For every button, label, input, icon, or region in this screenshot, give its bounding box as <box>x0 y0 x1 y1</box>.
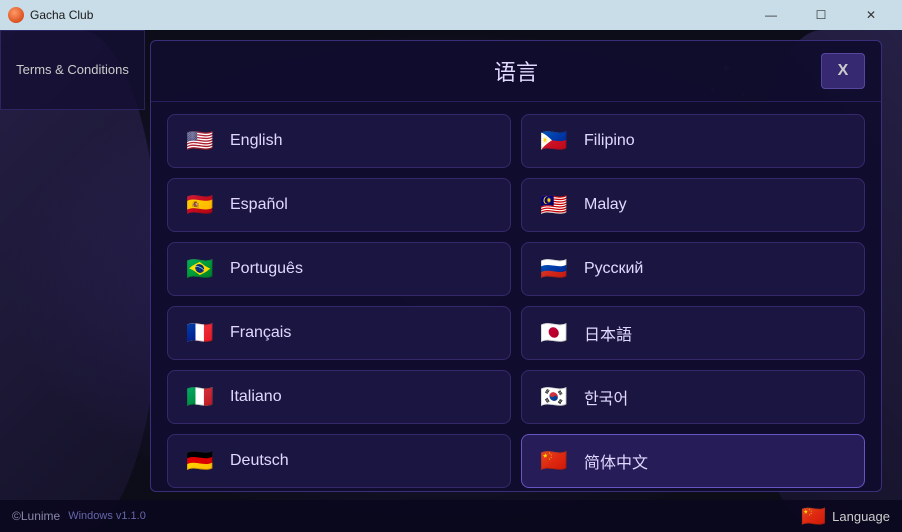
language-option-filipino[interactable]: 🇵🇭 Filipino <box>521 114 865 168</box>
language-grid: 🇺🇸 English 🇵🇭 Filipino 🇪🇸 Español 🇲🇾 Malay 🇧🇷 Por… <box>151 102 881 492</box>
language-option-deutsch[interactable]: 🇩🇪 Deutsch <box>167 434 511 488</box>
language-name-5: Русский <box>584 260 643 278</box>
terms-conditions-label: Terms & Conditions <box>16 61 129 79</box>
app-title: Gacha Club <box>30 8 93 22</box>
language-name-8: Italiano <box>230 388 282 406</box>
flag-icon-9: 🇰🇷 <box>536 379 572 415</box>
language-name-7: 日本語 <box>584 321 632 345</box>
flag-icon-6: 🇫🇷 <box>182 315 218 351</box>
language-dialog: 语言 X 🇺🇸 English 🇵🇭 Filipino 🇪🇸 Español 🇲🇾 Malay… <box>150 40 882 492</box>
bottom-left: ©Lunime Windows v1.1.0 <box>12 509 146 523</box>
language-name-11: 简体中文 <box>584 449 648 473</box>
close-button[interactable]: ✕ <box>848 0 894 30</box>
version-label: Windows v1.1.0 <box>68 510 146 522</box>
maximize-button[interactable]: ☐ <box>798 0 844 30</box>
language-option-日本語[interactable]: 🇯🇵 日本語 <box>521 306 865 360</box>
flag-icon-11: 🇨🇳 <box>536 443 572 479</box>
dialog-title: 语言 <box>211 55 821 87</box>
title-bar: Gacha Club — ☐ ✕ <box>0 0 902 30</box>
language-name-6: Français <box>230 324 291 342</box>
language-name-9: 한국어 <box>584 385 628 409</box>
bottom-bar: ©Lunime Windows v1.1.0 🇨🇳 Language <box>0 500 902 532</box>
language-name-1: Filipino <box>584 132 635 150</box>
language-button[interactable]: 🇨🇳 Language <box>801 504 890 529</box>
language-name-10: Deutsch <box>230 452 289 470</box>
flag-icon-10: 🇩🇪 <box>182 443 218 479</box>
flag-icon-2: 🇪🇸 <box>182 187 218 223</box>
main-content: ✦ ✦ ✦ Terms & Conditions 语言 X 🇺🇸English🇵… <box>0 30 902 532</box>
flag-icon-7: 🇯🇵 <box>536 315 572 351</box>
language-name-4: Português <box>230 260 303 278</box>
flag-icon-5: 🇷🇺 <box>536 251 572 287</box>
language-name-3: Malay <box>584 196 627 214</box>
language-option-english[interactable]: 🇺🇸 English <box>167 114 511 168</box>
language-option-português[interactable]: 🇧🇷 Português <box>167 242 511 296</box>
language-option-italiano[interactable]: 🇮🇹 Italiano <box>167 370 511 424</box>
flag-icon-3: 🇲🇾 <box>536 187 572 223</box>
language-option-français[interactable]: 🇫🇷 Français <box>167 306 511 360</box>
minimize-button[interactable]: — <box>748 0 794 30</box>
flag-icon-8: 🇮🇹 <box>182 379 218 415</box>
flag-icon-0: 🇺🇸 <box>182 123 218 159</box>
flag-icon-4: 🇧🇷 <box>182 251 218 287</box>
dialog-header: 语言 X <box>151 41 881 102</box>
language-name-0: English <box>230 132 282 150</box>
dialog-close-button[interactable]: X <box>821 53 865 89</box>
language-option-简体中文[interactable]: 🇨🇳 简体中文 <box>521 434 865 488</box>
sidebar-panel: Terms & Conditions <box>0 30 145 110</box>
flag-icon-1: 🇵🇭 <box>536 123 572 159</box>
language-btn-label: Language <box>832 509 890 524</box>
language-option-malay[interactable]: 🇲🇾 Malay <box>521 178 865 232</box>
window-controls: — ☐ ✕ <box>748 0 894 30</box>
app-icon <box>8 7 24 23</box>
title-bar-left: Gacha Club <box>8 7 93 23</box>
language-flag-icon: 🇨🇳 <box>801 504 826 529</box>
language-option-español[interactable]: 🇪🇸 Español <box>167 178 511 232</box>
language-option-русский[interactable]: 🇷🇺 Русский <box>521 242 865 296</box>
lunime-label: ©Lunime <box>12 509 60 523</box>
language-name-2: Español <box>230 196 288 214</box>
language-option-한국어[interactable]: 🇰🇷 한국어 <box>521 370 865 424</box>
